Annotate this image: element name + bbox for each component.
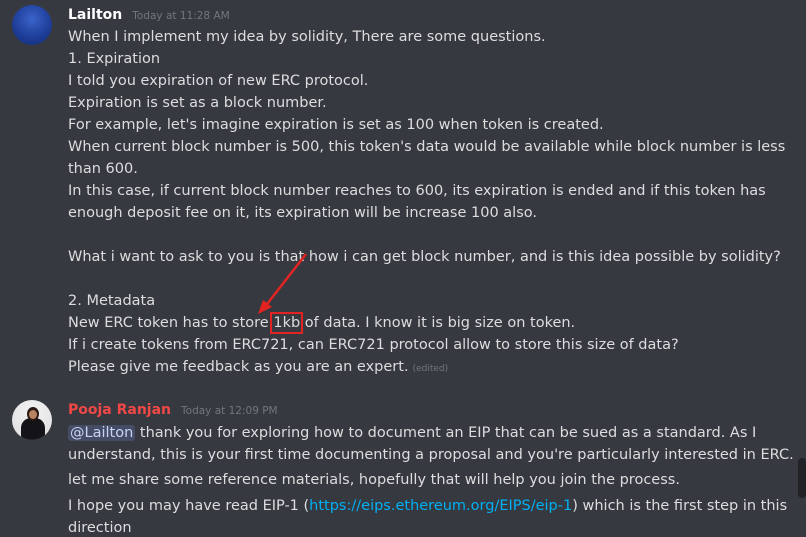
annotation-arrow: [258, 253, 307, 314]
message-line-text: Please give me feedback as you are an ex…: [68, 359, 409, 375]
username[interactable]: Pooja Ranjan: [68, 402, 171, 418]
message-line-text: I hope you may have read EIP-1 (: [68, 498, 310, 514]
avatar[interactable]: [12, 400, 52, 440]
message-line: @Lailton thank you for exploring how to …: [68, 424, 756, 442]
message-line: than 600.: [68, 161, 138, 177]
message-line: I hope you may have read EIP-1 (https://…: [68, 497, 787, 515]
message-line-text: thank you for exploring how to document …: [135, 425, 757, 441]
username[interactable]: Lailton: [68, 7, 122, 23]
message-line: I told you expiration of new ERC protoco…: [68, 73, 369, 89]
message-line: Expiration is set as a block number.: [68, 95, 327, 111]
timestamp: Today at 11:28 AM: [132, 10, 230, 22]
message-line: When current block number is 500, this t…: [68, 139, 786, 155]
message-header: Lailton Today at 11:28 AM: [68, 7, 230, 23]
message-line: What i want to ask to you is that how i …: [68, 249, 781, 265]
message-line: When I implement my idea by solidity, Th…: [68, 29, 546, 45]
message-line-text: ) which is the first step in this: [572, 498, 788, 514]
metadata-text-after: of data. I know it is big size on token.: [300, 315, 576, 331]
message-line: direction: [68, 520, 132, 536]
edited-label: (edited): [412, 364, 449, 374]
message-line: understand, this is your first time docu…: [68, 447, 794, 463]
message-line: let me share some reference materials, h…: [68, 472, 680, 488]
message-line-metadata: New ERC token has to store 1kb of data. …: [68, 312, 576, 334]
message-line: 2. Metadata: [68, 293, 156, 309]
message-line: enough deposit fee on it, its expiration…: [68, 205, 537, 221]
metadata-text-before: New ERC token has to store: [68, 315, 274, 331]
user-mention[interactable]: @Lailton: [68, 425, 136, 441]
avatar[interactable]: [12, 5, 52, 45]
message-header: Pooja Ranjan Today at 12:09 PM: [68, 402, 278, 418]
message-line: 1. Expiration: [68, 51, 161, 67]
message-line: In this case, if current block number re…: [68, 183, 766, 199]
message-line: If i create tokens from ERC721, can ERC7…: [68, 337, 679, 353]
message-line-last: Please give me feedback as you are an ex…: [68, 358, 448, 378]
message-line: For example, let's imagine expiration is…: [68, 117, 604, 133]
timestamp: Today at 12:09 PM: [181, 405, 278, 417]
eip-1-link[interactable]: https://eips.ethereum.org/EIPS/eip-1: [309, 498, 572, 514]
scrollbar-thumb[interactable]: [798, 458, 806, 498]
